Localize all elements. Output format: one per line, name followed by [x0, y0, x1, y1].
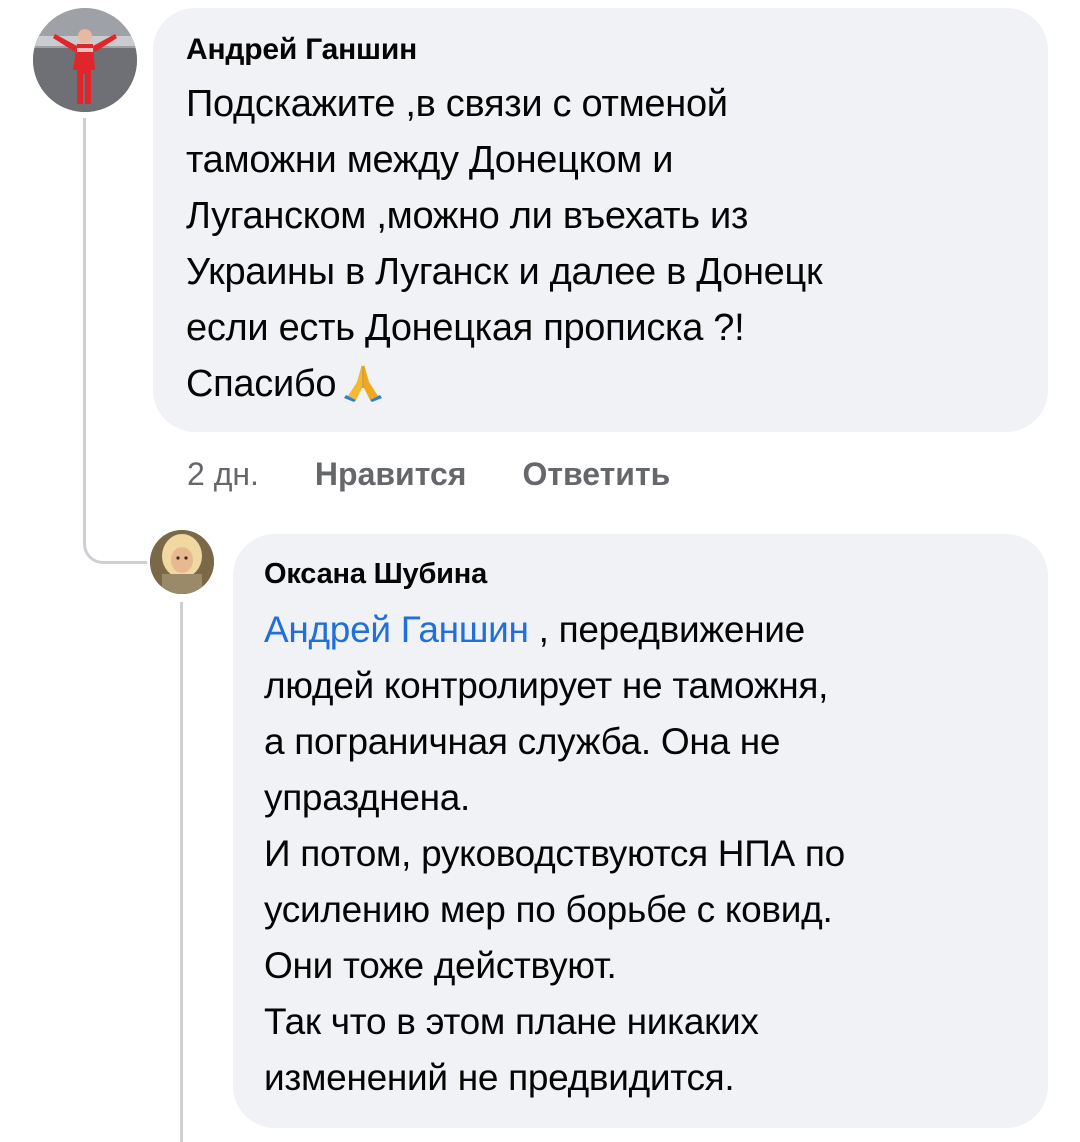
reply-line: И потом, руководствуются НПА по [264, 833, 845, 874]
comment-line: Подскажите ,в связи с отменой [186, 83, 728, 125]
reply-line: усилению мер по борьбе с ковид. [264, 889, 833, 930]
comment-text: Подскажите ,в связи с отменой таможни ме… [186, 76, 1018, 418]
reply-first-line: Андрей Ганшин , передвижение [264, 602, 1018, 658]
comment-actions: 2 дн. Нравится Ответить [187, 452, 726, 496]
comment-line: если есть Донецкая прописка ?! [186, 307, 745, 349]
reply-line-text: , передвижение [528, 609, 806, 650]
avatar-photo [33, 8, 137, 112]
comment-line-text: Спасибо [186, 363, 337, 405]
comment-line: Украины в Луганск и далее в Донецк [186, 251, 823, 293]
comment-timestamp[interactable]: 2 дн. [187, 456, 259, 493]
comment-line-last: Спасибо [186, 356, 1018, 418]
reply-text: Андрей Ганшин , передвижение людей контр… [264, 602, 1018, 1106]
avatar-photo [150, 530, 214, 594]
comment-line: Луганском ,можно ли въехать из [186, 195, 749, 237]
like-button[interactable]: Нравится [315, 456, 467, 493]
avatar[interactable] [33, 8, 137, 112]
reply-line: людей контролирует не таможня, [264, 665, 829, 706]
reply-line: а пограничная служба. Она не [264, 721, 781, 762]
reply-button[interactable]: Ответить [522, 456, 670, 493]
reply-thread-line [180, 602, 183, 1142]
reply-line: упразднена. [264, 777, 471, 818]
reply-line: Так что в этом плане никаких [264, 1001, 759, 1042]
reply-avatar[interactable] [150, 530, 214, 594]
reply-bubble: Оксана Шубина Андрей Ганшин , передвижен… [233, 534, 1048, 1128]
reply-line: изменений не предвидится. [264, 1057, 735, 1098]
folded-hands-icon [344, 362, 383, 418]
comment-line: таможни между Донецком и [186, 139, 674, 181]
reply-line: Они тоже действуют. [264, 945, 617, 986]
comment-author[interactable]: Андрей Ганшин [186, 30, 1018, 70]
thread-line [83, 118, 86, 530]
mention-link[interactable]: Андрей Ганшин [264, 609, 529, 650]
reply-author[interactable]: Оксана Шубина [264, 554, 1018, 594]
comment-bubble: Андрей Ганшин Подскажите ,в связи с отме… [153, 8, 1048, 432]
thread-connector [83, 520, 147, 564]
